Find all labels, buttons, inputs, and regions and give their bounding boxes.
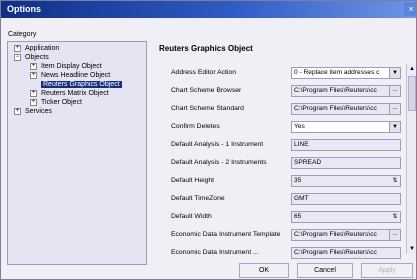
tree-item-item-display-object[interactable]: + Item Display Object [30,62,102,71]
expand-icon[interactable]: + [30,89,37,97]
setting-label: Economic Data Instrument ... [171,249,259,256]
settings-scrollbar[interactable]: ▲ ▼ [406,64,416,254]
tree-item-objects[interactable]: − Objects [14,53,49,62]
default-analysis-2-field[interactable]: SPREAD [291,157,401,169]
setting-label: Default Analysis - 1 Instrument [171,141,264,148]
default-width-spinner[interactable]: 65 ⇅ [291,211,401,223]
expand-icon[interactable]: + [30,71,37,79]
chevron-down-icon[interactable]: ▼ [389,122,400,132]
browse-button[interactable]: ... [389,230,400,240]
setting-label: Economic Data Instrument Template [171,231,281,238]
browse-button[interactable]: ... [389,86,400,96]
confirm-deletes-dropdown[interactable]: Yes ▼ [291,121,401,133]
expand-icon[interactable]: + [14,107,21,115]
cancel-button[interactable]: Cancel [297,263,353,278]
panel-title: Reuters Graphics Object [159,44,253,53]
expand-icon[interactable]: + [30,62,37,70]
collapse-icon[interactable]: − [14,53,21,61]
setting-label: Confirm Deletes [171,123,220,130]
close-icon[interactable]: × [404,2,416,16]
browse-button[interactable]: ... [389,104,400,114]
chevron-down-icon[interactable]: ▼ [389,68,400,78]
category-label: Category [8,31,37,38]
tree-item-services[interactable]: + Services [14,107,52,116]
tree-item-reuters-matrix-object[interactable]: + Reuters Matrix Object [30,89,109,98]
economic-data-field-partial[interactable]: C:\Program Files\Reuters\cc [291,247,401,259]
setting-label: Default Height [171,177,215,184]
category-tree[interactable]: + Application − Objects + Item Display Obje… [7,41,147,265]
default-timezone-field[interactable]: GMT [291,193,401,205]
scroll-down-icon[interactable]: ▼ [407,244,416,254]
expand-icon[interactable]: + [14,44,21,52]
tree-item-ticker-object[interactable]: + Ticker Object [30,98,82,107]
tree-item-news-headline-object[interactable]: + News Headline Object [30,71,110,80]
economic-data-template-field[interactable]: C:\Program Files\Reuters\cc... [291,229,401,241]
address-editor-action-dropdown[interactable]: 0 - Replace item addresses c ▼ [291,67,401,79]
setting-label: Chart Scheme Browser [171,87,242,94]
setting-label: Default Width [171,213,212,220]
default-height-spinner[interactable]: 35 ⇅ [291,175,401,187]
spinner-icon[interactable]: ⇅ [390,176,400,186]
chart-scheme-browser-field[interactable]: C:\Program Files\Reuters\cc... [291,85,401,97]
setting-label: Address Editor Action [171,69,236,76]
default-analysis-1-field[interactable]: LINE [291,139,401,151]
options-dialog: Options × Category + Application − Objects… [0,0,417,280]
apply-button[interactable]: Apply [361,263,413,278]
chart-scheme-standard-field[interactable]: C:\Program Files\Reuters\cc... [291,103,401,115]
spinner-icon[interactable]: ⇅ [390,212,400,222]
expand-icon[interactable]: + [30,98,37,106]
setting-label: Default Analysis - 2 Instruments [171,159,267,166]
setting-label: Chart Scheme Standard [171,105,244,112]
setting-label: Default TimeZone [171,195,225,202]
window-title: Options [7,4,41,14]
scroll-thumb[interactable] [408,76,416,111]
tree-item-application[interactable]: + Application [14,44,59,53]
title-bar[interactable]: Options × [1,1,416,18]
tree-item-reuters-graphics-object[interactable]: Reuters Graphics Object [41,80,122,89]
scroll-up-icon[interactable]: ▲ [407,64,416,74]
ok-button[interactable]: OK [239,263,289,278]
